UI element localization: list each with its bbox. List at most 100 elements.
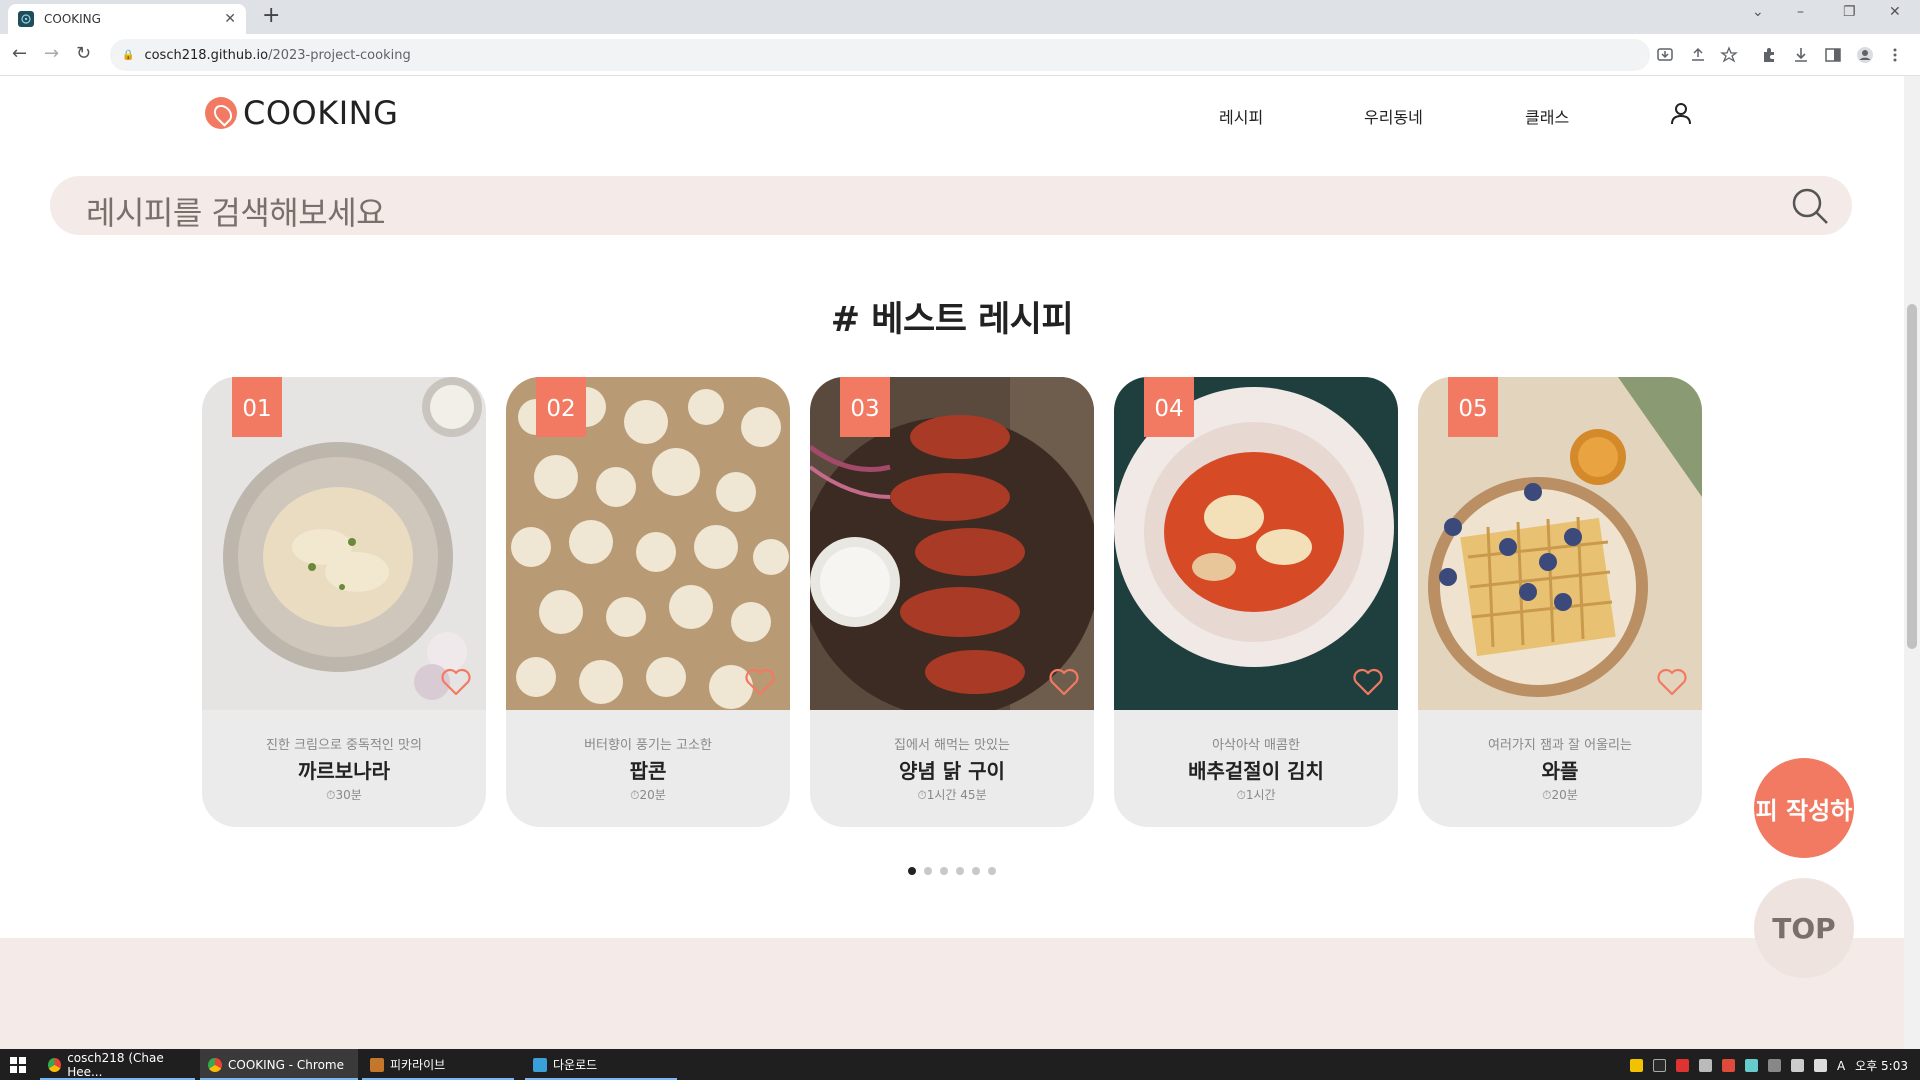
tab-search-icon[interactable]: ⌄ <box>1752 4 1764 20</box>
new-tab-button[interactable]: + <box>262 5 280 27</box>
taskbar-item-label: cosch218 (Chae Hee... <box>67 1050 164 1079</box>
search-placeholder: 레시피를 검색해보세요 <box>86 194 386 232</box>
site-favicon-icon <box>18 11 34 27</box>
taskbar-item-picalive[interactable]: 피카라이브 <box>362 1049 514 1080</box>
recipe-name: 와플 <box>1541 759 1579 783</box>
heart-icon[interactable] <box>1656 667 1688 697</box>
browser-menu-icon[interactable] <box>1886 46 1904 64</box>
side-panel-icon[interactable] <box>1824 46 1842 64</box>
recipe-search-bar[interactable]: 레시피를 검색해보세요 <box>50 176 1852 235</box>
system-tray: A 오후 5:03 <box>1629 1057 1908 1074</box>
recipe-time: ⏱1시간 <box>1114 786 1398 803</box>
recipe-subtitle: 진한 크림으로 중독적인 맛의 <box>266 738 422 753</box>
back-icon[interactable]: ← <box>12 43 27 65</box>
recipe-time-value: 20분 <box>639 788 666 802</box>
logo-text: COOKING <box>243 94 399 132</box>
tray-app-icon[interactable] <box>1744 1059 1758 1072</box>
url-path: /2023-project-cooking <box>268 47 411 63</box>
tray-app-icon[interactable] <box>1721 1059 1735 1072</box>
nav-class[interactable]: 클래스 <box>1525 104 1569 128</box>
downloads-icon[interactable] <box>1792 46 1810 64</box>
nav-neighborhood[interactable]: 우리동네 <box>1364 104 1423 128</box>
timer-icon: ⏱ <box>917 788 927 802</box>
timer-icon: ⏱ <box>1542 788 1552 802</box>
recipe-card[interactable]: 05 여러가지 잼과 잘 어울리는 와플 ⏱20분 <box>1418 377 1702 827</box>
user-icon[interactable] <box>1670 102 1692 126</box>
taskbar-item-label: COOKING - Chrome <box>228 1057 344 1072</box>
extensions-icon[interactable] <box>1760 46 1778 64</box>
bookmark-star-icon[interactable] <box>1720 46 1738 64</box>
recipe-card[interactable]: 04 아삭아삭 매콤한 배추겉절이 김치 ⏱1시간 <box>1114 377 1398 827</box>
pagination-dot[interactable] <box>908 867 916 875</box>
recipe-card[interactable]: 03 집에서 해먹는 맛있는 양념 닭 구이 ⏱1시간 45분 <box>810 377 1094 827</box>
recipe-time-value: 20분 <box>1551 788 1578 802</box>
taskbar-item-downloads[interactable]: 다운로드 <box>525 1049 677 1080</box>
taskbar-item-chrome-cooking[interactable]: COOKING - Chrome <box>200 1049 358 1080</box>
heart-icon[interactable] <box>744 667 776 697</box>
heart-icon[interactable] <box>1352 667 1384 697</box>
browser-tab-bar: COOKING ✕ + ⌄ – ❐ ✕ <box>0 0 1920 34</box>
browser-tab[interactable]: COOKING ✕ <box>8 4 246 34</box>
heart-icon[interactable] <box>1048 667 1080 697</box>
install-icon[interactable] <box>1656 46 1674 64</box>
nav-recipe[interactable]: 레시피 <box>1219 104 1263 128</box>
recipe-time: ⏱1시간 45분 <box>810 786 1094 803</box>
ime-indicator[interactable]: A <box>1837 1059 1845 1073</box>
tray-app-icon[interactable] <box>1652 1059 1666 1072</box>
recipe-time: ⏱30분 <box>202 786 486 803</box>
pagination-dot[interactable] <box>972 867 980 875</box>
recipe-name: 배추겉절이 김치 <box>1188 759 1324 783</box>
network-icon[interactable] <box>1790 1059 1804 1072</box>
page-scrollbar[interactable] <box>1904 76 1920 1049</box>
pagination-dot[interactable] <box>924 867 932 875</box>
reload-icon[interactable]: ↻ <box>76 43 91 65</box>
web-page: COOKING 레시피 우리동네 클래스 레시피를 검색해보세요 # 베스트 레… <box>0 76 1904 1049</box>
best-recipe-title: # 베스트 레시피 <box>830 300 1074 340</box>
kakaotalk-icon[interactable] <box>1629 1059 1643 1072</box>
share-icon[interactable] <box>1689 46 1707 64</box>
carousel-pagination <box>908 867 996 875</box>
recipe-time-value: 1시간 45분 <box>926 788 987 802</box>
search-icon[interactable] <box>1790 186 1830 226</box>
recipe-time: ⏱20분 <box>1418 786 1702 803</box>
scrollbar-thumb[interactable] <box>1907 304 1917 649</box>
pagination-dot[interactable] <box>988 867 996 875</box>
forward-icon[interactable]: → <box>44 43 59 65</box>
tab-close-icon[interactable]: ✕ <box>224 11 236 27</box>
heart-icon[interactable] <box>440 667 472 697</box>
volume-icon[interactable] <box>1813 1059 1827 1072</box>
tray-app-icon[interactable] <box>1675 1059 1689 1072</box>
rank-badge: 05 <box>1448 377 1498 437</box>
app-icon <box>370 1057 384 1072</box>
site-logo[interactable]: COOKING <box>205 94 398 132</box>
windows-start-icon[interactable] <box>10 1057 26 1073</box>
clock[interactable]: 오후 5:03 <box>1855 1057 1908 1074</box>
close-window-icon[interactable]: ✕ <box>1889 4 1901 20</box>
taskbar-item-label: 피카라이브 <box>390 1058 446 1072</box>
minimize-icon[interactable]: – <box>1797 4 1804 20</box>
recipe-card[interactable]: 02 버터향이 풍기는 고소한 팝콘 ⏱20분 <box>506 377 790 827</box>
write-recipe-button[interactable]: 피 작성하 <box>1754 758 1854 858</box>
taskbar-item-chrome-profile[interactable]: cosch218 (Chae Hee... <box>40 1049 195 1080</box>
scroll-top-button[interactable]: TOP <box>1754 878 1854 978</box>
rank-badge: 01 <box>232 377 282 437</box>
tray-app-icon[interactable] <box>1767 1059 1781 1072</box>
timer-icon: ⏱ <box>1236 788 1246 802</box>
profile-avatar-icon[interactable] <box>1856 46 1874 64</box>
restore-icon[interactable]: ❐ <box>1843 4 1856 20</box>
tray-app-icon[interactable] <box>1698 1059 1712 1072</box>
pagination-dot[interactable] <box>940 867 948 875</box>
address-bar[interactable]: 🔒 cosch218.github.io/2023-project-cookin… <box>110 39 1650 71</box>
recipe-card[interactable]: 01 진한 크림으로 중독적인 맛의 까르보나라 ⏱30분 <box>202 377 486 827</box>
recipe-subtitle: 여러가지 잼과 잘 어울리는 <box>1488 738 1632 753</box>
chrome-icon <box>48 1057 62 1072</box>
lock-icon: 🔒 <box>122 49 135 61</box>
timer-icon: ⏱ <box>326 788 336 802</box>
footer-section <box>0 938 1904 1049</box>
chrome-icon <box>208 1057 222 1072</box>
recipe-subtitle: 버터향이 풍기는 고소한 <box>584 738 712 753</box>
recipe-name: 까르보나라 <box>298 759 390 783</box>
browser-toolbar: ← → ↻ 🔒 cosch218.github.io/2023-project-… <box>0 34 1920 76</box>
pagination-dot[interactable] <box>956 867 964 875</box>
url-host: cosch218.github.io <box>144 47 269 63</box>
